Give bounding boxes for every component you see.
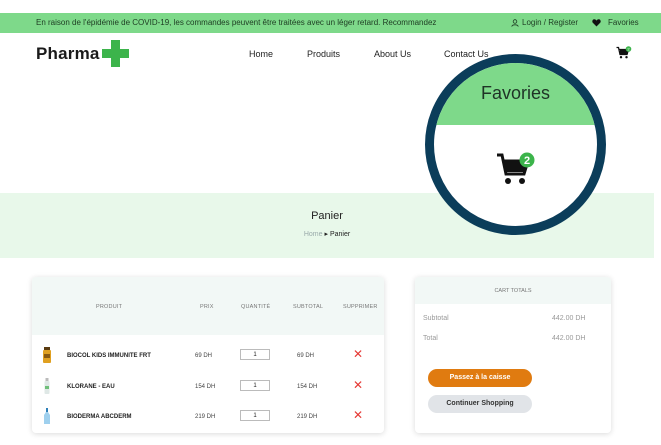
favorites-link[interactable]: Favories xyxy=(592,18,639,27)
magnifier-favorites-label: Favories xyxy=(480,83,551,103)
pharma-logo[interactable]: Pharma xyxy=(36,40,129,67)
product-subtotal: 154 DH xyxy=(297,384,318,390)
product-thumbnail xyxy=(42,408,52,430)
delete-icon[interactable]: ✕ xyxy=(353,379,363,391)
cart-totals-header: CART TOTALS xyxy=(415,277,611,304)
quantity-input[interactable]: 1 xyxy=(240,349,270,360)
delete-icon[interactable]: ✕ xyxy=(353,409,363,421)
login-register-label: Login / Register xyxy=(522,18,579,27)
continue-shopping-button[interactable]: Continuer Shopping xyxy=(428,395,532,413)
covid-notice: En raison de l'épidémie de COVID-19, les… xyxy=(36,18,437,27)
product-price: 154 DH xyxy=(195,384,216,390)
breadcrumb-current: Panier xyxy=(329,231,351,238)
heart-icon xyxy=(592,18,601,26)
quantity-input[interactable]: 1 xyxy=(240,410,270,421)
product-subtotal: 219 DH xyxy=(297,414,318,420)
column-supprimer: SUPPRIMER xyxy=(343,304,378,310)
delete-icon[interactable]: ✕ xyxy=(353,348,363,360)
magnifier-overlay: Favories 2 xyxy=(425,54,606,235)
magnifier-cart-button[interactable]: 2 xyxy=(496,152,536,193)
magnifier-cart-count: 2 xyxy=(524,155,530,167)
product-price: 219 DH xyxy=(195,414,216,420)
column-prix: PRIX xyxy=(200,304,214,310)
cart-row: BIOCOL KIDS IMMUNITE FRT 69 DH 1 69 DH ✕ xyxy=(32,343,384,373)
cart-table-header: PRODUIT PRIX QUANTITÉ SUBTOTAL SUPPRIMER xyxy=(32,277,384,335)
product-name[interactable]: BIOCOL KIDS IMMUNITE FRT xyxy=(67,353,151,359)
breadcrumb-home[interactable]: Home xyxy=(304,231,323,238)
favorites-label: Favories xyxy=(608,18,639,27)
header-cart-button[interactable]: 2 xyxy=(616,46,632,65)
checkout-button[interactable]: Passez à la caisse xyxy=(428,369,532,387)
cart-totals: CART TOTALS Subtotal 442.00 DH Total 442… xyxy=(415,277,611,433)
total-label: Total xyxy=(423,335,438,342)
nav-home[interactable]: Home xyxy=(249,49,273,59)
cart-row: BIODERMA ABCDERM 219 DH 1 219 DH ✕ xyxy=(32,404,384,434)
breadcrumb: Home ▸ Panier xyxy=(0,230,654,238)
column-subtotal: SUBTOTAL xyxy=(293,304,324,310)
login-register-link[interactable]: Login / Register xyxy=(511,18,578,27)
product-thumbnail xyxy=(42,347,52,369)
subtotal-value: 442.00 DH xyxy=(552,315,586,322)
user-icon xyxy=(511,18,519,27)
nav-contact-us[interactable]: Contact Us xyxy=(444,49,489,59)
product-name[interactable]: BIODERMA ABCDERM xyxy=(67,414,132,420)
subtotal-label: Subtotal xyxy=(423,315,449,322)
product-price: 69 DH xyxy=(195,353,213,359)
column-quantite: QUANTITÉ xyxy=(241,304,271,310)
column-produit: PRODUIT xyxy=(96,304,123,310)
cart-table: PRODUIT PRIX QUANTITÉ SUBTOTAL SUPPRIMER… xyxy=(32,277,384,433)
cart-icon: 2 xyxy=(497,152,535,184)
pharmacy-cross-icon xyxy=(101,40,129,67)
product-name[interactable]: KLORANE - EAU xyxy=(67,384,115,390)
product-thumbnail xyxy=(42,378,52,400)
announcement-bar: En raison de l'épidémie de COVID-19, les… xyxy=(0,13,661,33)
cart-totals-title: CART TOTALS xyxy=(494,288,532,294)
breadcrumb-separator-icon: ▸ xyxy=(324,231,328,238)
nav-produits[interactable]: Produits xyxy=(307,49,340,59)
cart-row: KLORANE - EAU 154 DH 1 154 DH ✕ xyxy=(32,374,384,404)
total-value: 442.00 DH xyxy=(552,335,586,342)
quantity-input[interactable]: 1 xyxy=(240,380,270,391)
logo-text: Pharma xyxy=(36,43,100,63)
nav-about-us[interactable]: About Us xyxy=(374,49,411,59)
product-subtotal: 69 DH xyxy=(297,353,315,359)
cart-icon: 2 xyxy=(616,46,632,59)
